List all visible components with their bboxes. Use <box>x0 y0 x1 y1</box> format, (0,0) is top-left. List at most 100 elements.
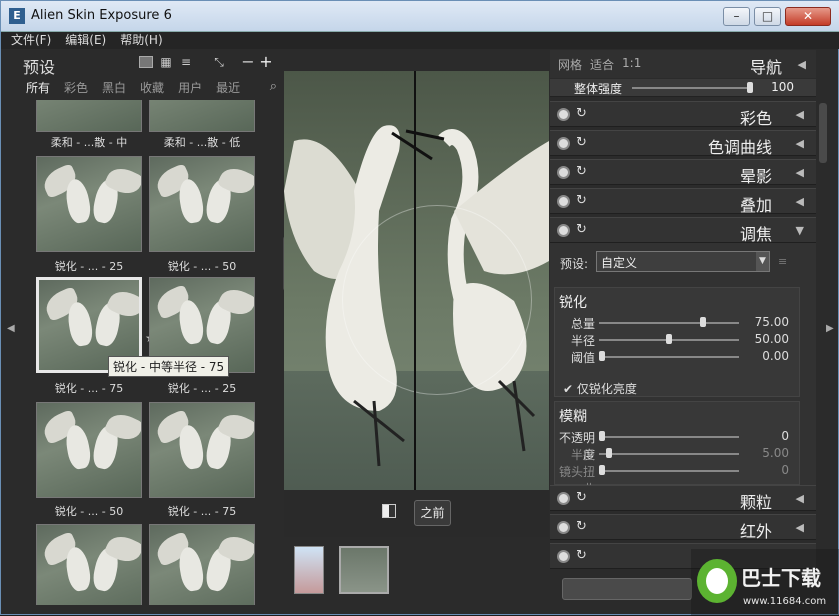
image-preview[interactable] <box>284 71 549 490</box>
slider-knob[interactable] <box>599 431 605 441</box>
title-bar: E Alien Skin Exposure 6 – □ ✕ <box>1 1 839 32</box>
small-grid-view-icon[interactable]: ▦ <box>159 56 173 68</box>
blur-opacity-slider[interactable] <box>599 436 739 438</box>
preset-label: 锐化 - ... - 75 <box>54 382 124 395</box>
reset-icon[interactable]: ↻ <box>576 548 587 563</box>
enable-toggle-icon[interactable] <box>557 166 570 179</box>
preset-tooltip: 锐化 - 中等半径 - 75 <box>108 356 230 377</box>
search-icon[interactable]: ⌕ <box>270 79 277 94</box>
large-grid-view-icon[interactable] <box>139 56 153 68</box>
left-panel-toggle-icon[interactable]: ◀ <box>7 323 15 334</box>
slider-knob[interactable] <box>605 448 612 458</box>
reset-icon[interactable]: ↻ <box>576 222 587 237</box>
blur-radius-slider[interactable] <box>599 453 739 455</box>
section-overlay[interactable]: ↻ 叠加 ◀ <box>550 188 816 215</box>
navigator-title[interactable]: 导航 <box>750 54 782 78</box>
before-after-split-line[interactable] <box>414 71 416 490</box>
slider-knob[interactable] <box>699 317 706 327</box>
preset-thumbnail[interactable] <box>149 156 255 252</box>
section-color[interactable]: ↻ 彩色 ◀ <box>550 101 816 128</box>
section-grain[interactable]: ↻ 颗粒 ◀ <box>550 485 816 512</box>
luminance-only-checkbox[interactable]: ✔ 仅锐化亮度 <box>563 380 637 397</box>
expand-arrow-icon: ◀ <box>795 521 804 534</box>
chevron-down-icon[interactable]: ▼ <box>756 252 769 271</box>
right-panel-toggle-icon[interactable]: ▶ <box>826 323 834 334</box>
menu-help[interactable]: 帮助(H) <box>120 32 162 49</box>
reset-icon[interactable]: ↻ <box>576 193 587 208</box>
enable-toggle-icon[interactable] <box>557 195 570 208</box>
slider-knob[interactable] <box>666 334 672 344</box>
remove-preset-icon[interactable]: − <box>241 54 255 70</box>
filmstrip-thumbnail[interactable] <box>294 546 324 594</box>
preset-thumbnail[interactable] <box>149 100 255 132</box>
preset-thumbnail[interactable] <box>36 402 142 498</box>
adjustments-panel: 网格 适合 1:1 导航 ◀ 整体强度 100 ↻ 彩色 ◀ ↻ 色调曲线 ◀ ↻ 晕影 ◀… <box>550 50 816 605</box>
overall-strength-slider[interactable] <box>632 87 752 89</box>
zoom-grid[interactable]: 网格 <box>558 56 582 73</box>
overall-strength-knob[interactable] <box>747 82 753 93</box>
enable-toggle-icon[interactable] <box>557 224 570 237</box>
zoom-1-1[interactable]: 1:1 <box>622 56 641 73</box>
enable-toggle-icon[interactable] <box>557 108 570 121</box>
enable-toggle-icon[interactable] <box>557 492 570 505</box>
preset-menu-icon[interactable]: ≡ <box>778 255 787 268</box>
preset-thumbnail[interactable] <box>149 524 255 605</box>
tab-bw[interactable]: 黑白 <box>95 76 133 98</box>
preset-label: 锐化 - ... - 25 <box>167 382 237 395</box>
zoom-fit[interactable]: 适合 <box>590 56 614 73</box>
slider-knob[interactable] <box>599 465 605 475</box>
sharpen-threshold-slider[interactable] <box>599 356 739 358</box>
minimize-button[interactable]: – <box>723 7 750 26</box>
preset-thumbnail[interactable] <box>36 524 142 605</box>
tab-favorites[interactable]: 收藏 <box>133 76 171 98</box>
section-more[interactable]: ↻ <box>550 543 816 569</box>
maximize-button[interactable]: □ <box>754 7 781 26</box>
adjustments-scrollbar[interactable] <box>819 103 827 163</box>
list-view-icon[interactable]: ≡ <box>179 56 193 68</box>
before-button[interactable]: 之前 <box>414 500 451 526</box>
overall-strength-value[interactable]: 100 <box>771 80 794 94</box>
menu-file[interactable]: 文件(F) <box>11 32 51 49</box>
slider-knob[interactable] <box>599 351 605 361</box>
focus-circle-overlay[interactable] <box>342 205 532 395</box>
section-tone-curve[interactable]: ↻ 色调曲线 ◀ <box>550 130 816 157</box>
tab-color[interactable]: 彩色 <box>57 76 95 98</box>
reset-icon[interactable]: ↻ <box>576 106 587 121</box>
tab-user[interactable]: 用户 <box>171 76 209 98</box>
presets-title: 预设 <box>23 58 56 77</box>
preset-label: 锐化 - ... - 75 <box>167 505 237 518</box>
focus-preset-select[interactable]: 自定义 <box>596 251 770 272</box>
tab-recent[interactable]: 最近 <box>209 76 247 98</box>
preset-thumbnail[interactable] <box>149 402 255 498</box>
filmstrip-thumbnail-selected[interactable] <box>339 546 389 594</box>
collapse-icon[interactable]: ⤡ <box>212 56 226 68</box>
menu-edit[interactable]: 编辑(E) <box>65 32 106 49</box>
section-vignette[interactable]: ↻ 晕影 ◀ <box>550 159 816 186</box>
sharpen-amount-slider[interactable] <box>599 322 739 324</box>
reset-icon[interactable]: ↻ <box>576 490 587 505</box>
close-button[interactable]: ✕ <box>785 7 831 26</box>
expand-arrow-icon: ◀ <box>795 108 804 121</box>
section-infrared[interactable]: ↻ 红外 ◀ <box>550 514 816 541</box>
split-compare-icon[interactable] <box>382 504 396 518</box>
preset-thumbnail[interactable] <box>36 100 142 132</box>
expand-arrow-icon: ◀ <box>795 166 804 179</box>
tab-all[interactable]: 所有 <box>19 76 57 98</box>
add-preset-icon[interactable]: + <box>259 54 273 70</box>
enable-toggle-icon[interactable] <box>557 137 570 150</box>
reset-icon[interactable]: ↻ <box>576 519 587 534</box>
reset-icon[interactable]: ↻ <box>576 135 587 150</box>
section-focus[interactable]: ↻ 调焦 ▼ <box>550 217 816 244</box>
enable-toggle-icon[interactable] <box>557 521 570 534</box>
blur-opacity-row: 不透明度 0 <box>558 429 789 462</box>
blur-lens-distortion-slider[interactable] <box>599 470 739 472</box>
enable-toggle-icon[interactable] <box>557 550 570 563</box>
filmstrip <box>284 541 549 601</box>
overall-strength-label: 整体强度 <box>574 82 623 96</box>
reset-icon[interactable]: ↻ <box>576 164 587 179</box>
bottom-action-button[interactable] <box>562 578 692 600</box>
sharpen-amount-row: 总量 75.00 <box>570 315 789 331</box>
collapse-arrow-icon[interactable]: ◀ <box>798 58 806 71</box>
preset-thumbnail[interactable] <box>36 156 142 252</box>
sharpen-title: 锐化 <box>559 295 587 311</box>
